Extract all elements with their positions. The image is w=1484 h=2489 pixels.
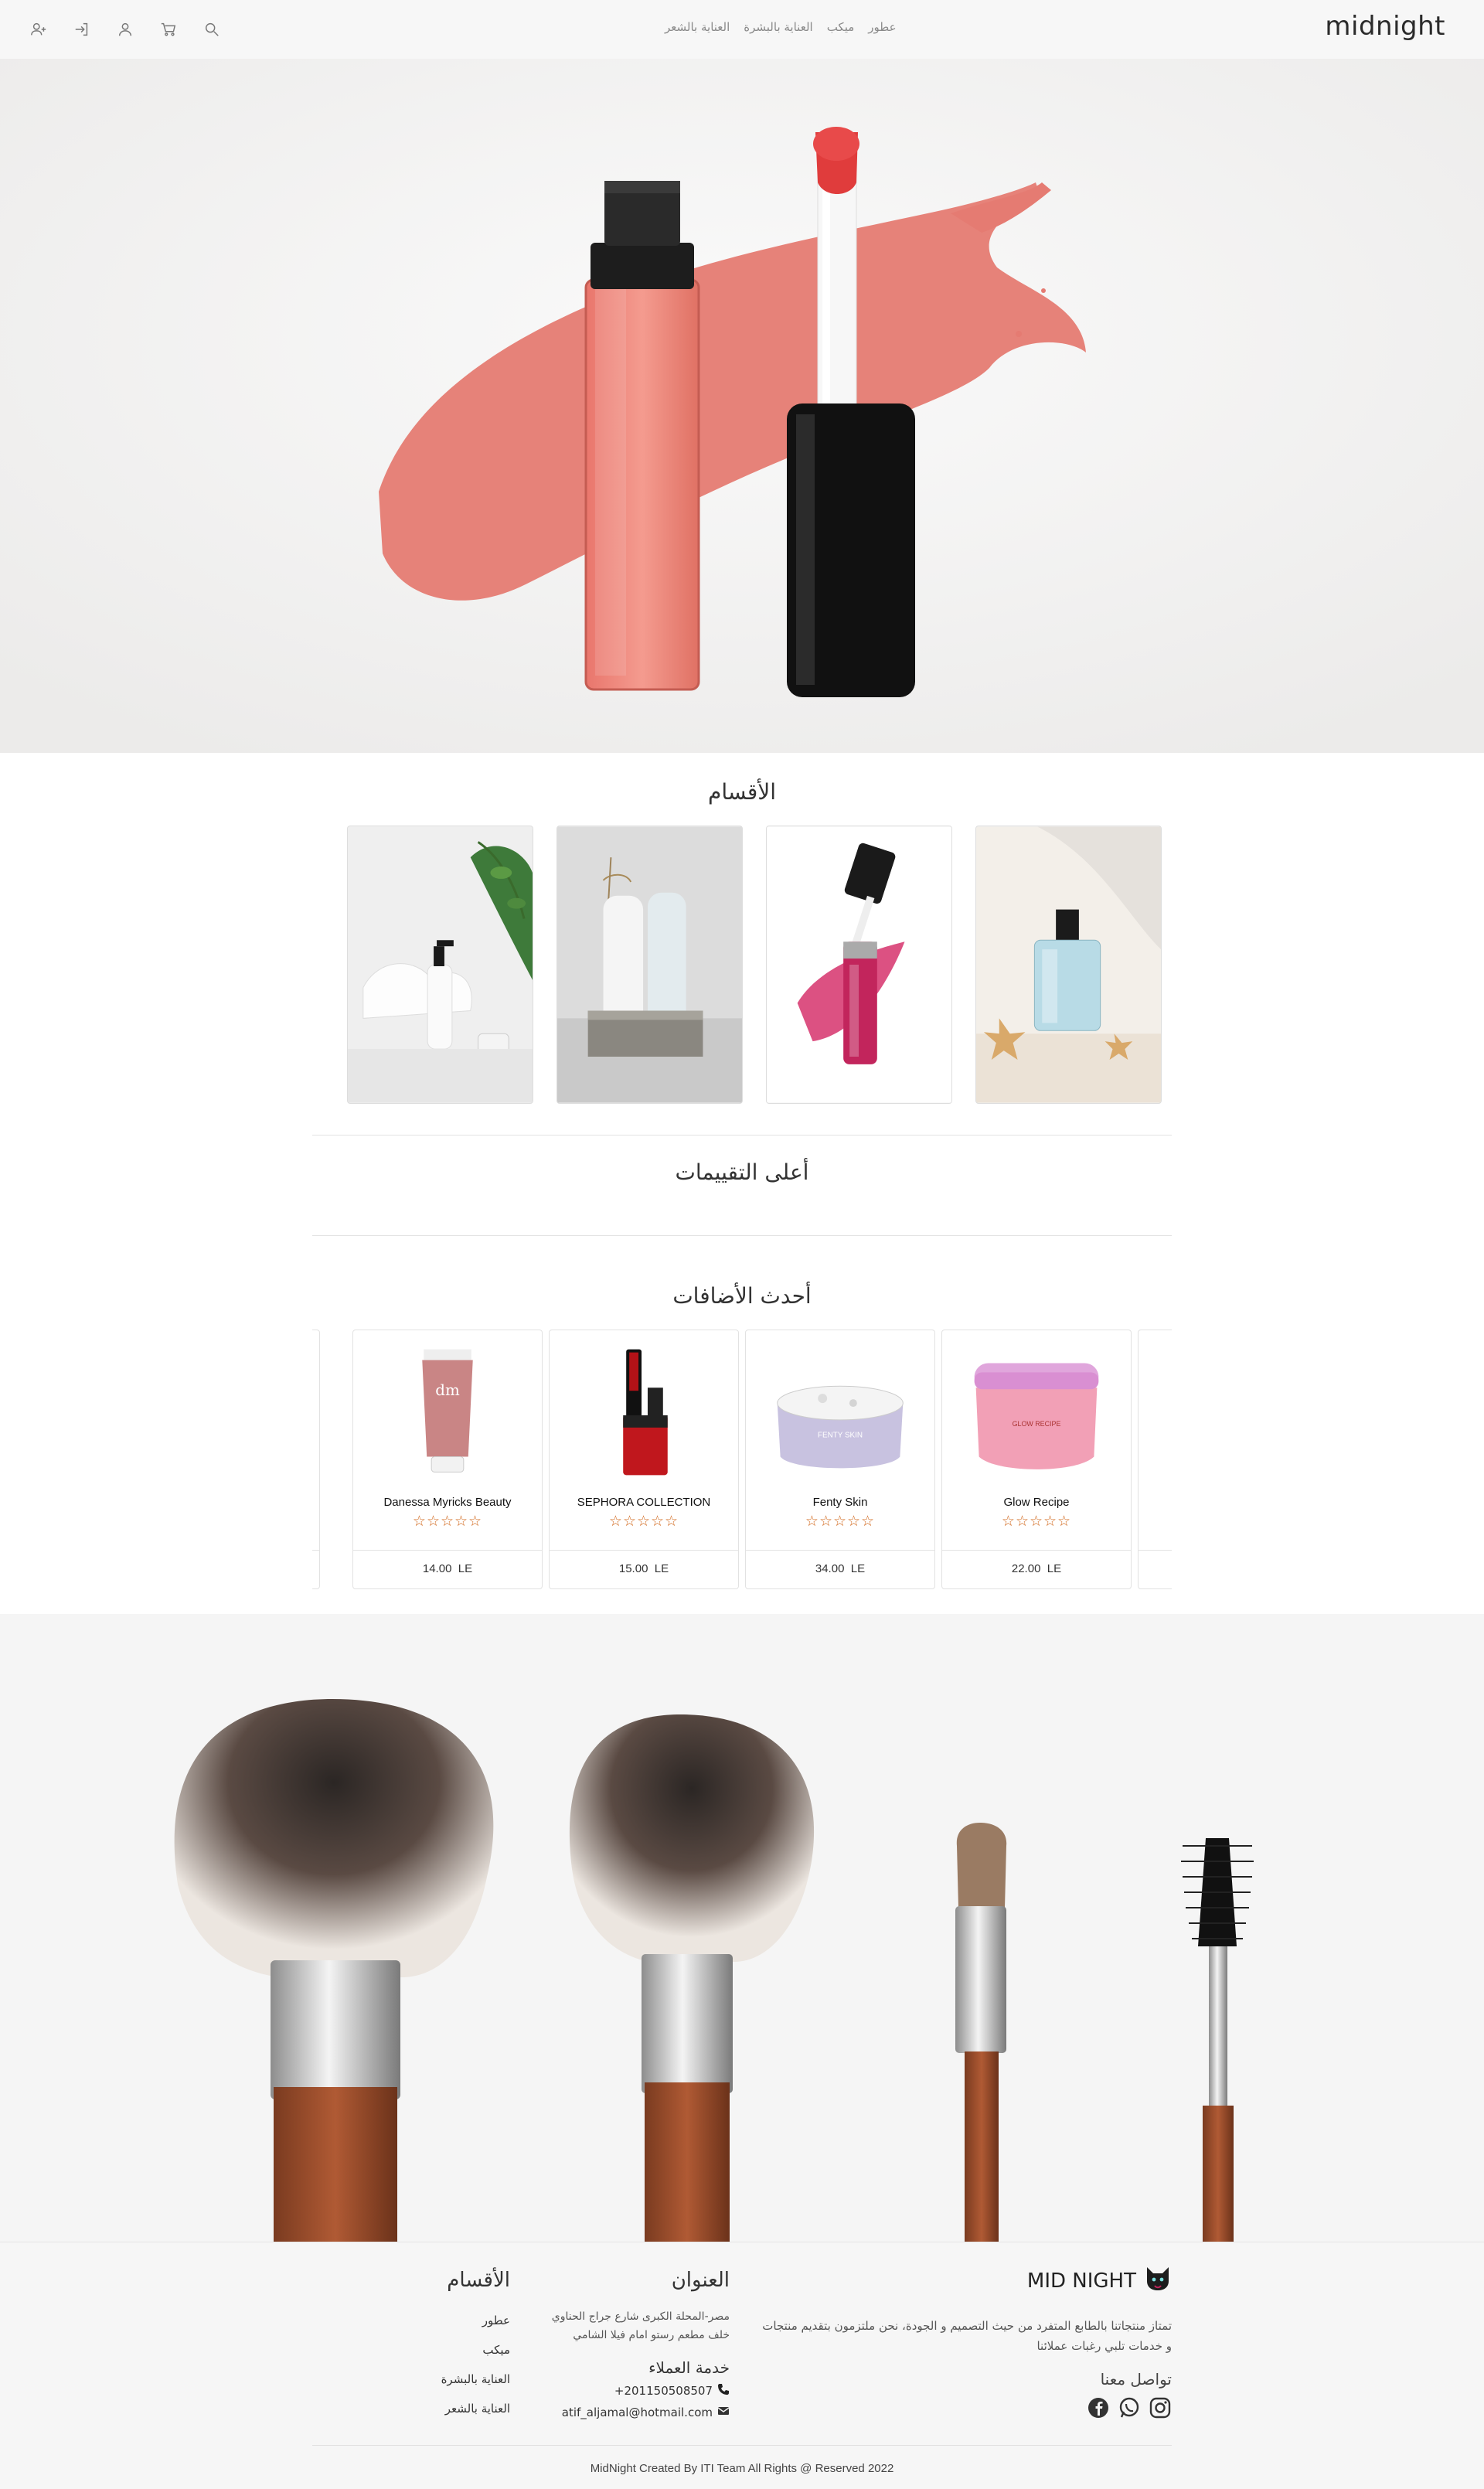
facebook-icon[interactable] [1087,2396,1110,2423]
card-divider [1139,1550,1172,1551]
email-line: atif_aljamal@hotmail.com [529,2405,730,2420]
phone-icon [717,2383,730,2399]
phone-number[interactable]: +201150508507 [614,2384,713,2398]
nav-link-perfume[interactable]: عطور [868,20,896,34]
product-price: 14.00 LE [422,1562,473,1575]
copyright: MidNight Created By ITI Team All Rights … [590,2462,894,2475]
rating-stars: ☆☆☆☆☆ [1001,1513,1072,1530]
product-name: Glow Recipe [1003,1496,1070,1509]
card-divider [746,1550,934,1551]
product-card[interactable]: dm Danessa Myricks Beauty ☆☆☆☆☆ 14.00 LE [352,1330,543,1589]
footer-categories-column: الأقسام عطور ميكب العناية بالبشرة العناي… [386,2269,510,2416]
svg-text:GLOW RECIPE: GLOW RECIPE [1013,1420,1061,1428]
product-name: SEPHORA COLLECTION [577,1496,711,1509]
svg-text:dm: dm [435,1381,460,1399]
rating-stars: ☆☆☆☆☆ [412,1513,483,1530]
product-image [550,1341,738,1480]
product-card[interactable]: SEPHORA COLLECTION ☆☆☆☆☆ 15.00 LE [549,1330,739,1589]
navbar: عطور ميكب العناية بالبشرة العناية بالشعر… [0,0,1484,59]
product-name: Danessa Myricks Beauty [383,1496,512,1509]
product-card[interactable]: GLOW RECIPE Glow Recipe ☆☆☆☆☆ 22.00 LE [941,1330,1132,1589]
rating-stars: ☆☆☆☆☆ [805,1513,876,1530]
product-image: GLOW RECIPE [942,1341,1131,1480]
product-card[interactable]: FENTY SKIN Fenty Skin ☆☆☆☆☆ 34.00 LE [745,1330,935,1589]
instagram-icon[interactable] [1149,2396,1172,2423]
footer-address-column: العنوان مصر-المحلة الكبرى شارع جراج الحن… [529,2269,730,2420]
mail-icon [717,2405,730,2420]
footer-brand: MID NIGHT [754,2264,1172,2297]
nav-link-haircare[interactable]: العناية بالشعر [665,20,730,34]
footer-brand-name: MID NIGHT [1026,2269,1136,2293]
card-divider [550,1550,738,1551]
skincare-bottles-image [557,826,742,1103]
nav-icons [26,17,224,42]
brushes-illustration [0,1614,1484,2242]
product-image: FENTY SKIN [746,1341,934,1480]
card-divider [353,1550,542,1551]
social-links [754,2396,1172,2423]
products-carousel: dm Danessa Myricks Beauty ☆☆☆☆☆ 14.00 LE… [312,1330,1172,1589]
phone-line: +201150508507 [529,2383,730,2399]
card-divider [942,1550,1131,1551]
footer-categories-heading: الأقسام [447,2269,510,2292]
categories-title: الأقسام [708,779,776,805]
category-card-makeup[interactable] [766,826,952,1104]
section-divider [312,1135,1172,1136]
whatsapp-icon[interactable] [1118,2396,1141,2423]
lip-gloss-image [767,826,951,1103]
address-text: مصر-المحلة الكبرى شارع جراج الحناوي خلف … [551,2310,730,2341]
svg-text:FENTY SKIN: FENTY SKIN [818,1432,863,1440]
nav-link-skincare[interactable]: العناية بالبشرة [744,20,812,34]
categories-row [347,826,1162,1104]
category-card-perfume[interactable] [975,826,1162,1104]
customer-service-heading: خدمة العملاء [648,2358,730,2377]
category-card-haircare[interactable] [347,826,533,1104]
footer-link-perfume[interactable]: عطور [386,2314,510,2327]
latest-title: أحدث الأضافات [672,1283,812,1309]
rating-stars: ☆☆☆☆☆ [608,1513,679,1530]
add-user-icon[interactable] [26,17,51,42]
nav-link-makeup[interactable]: ميكب [827,20,855,34]
nav-links: عطور ميكب العناية بالبشرة العناية بالشعر [665,20,897,34]
footer-link-haircare[interactable]: العناية بالشعر [386,2402,510,2416]
footer-link-skincare[interactable]: العناية بالبشرة [386,2372,510,2386]
category-card-skincare[interactable] [556,826,743,1104]
lipgloss-illustration [0,59,1484,753]
card-divider [312,1550,319,1551]
address-heading: العنوان [671,2269,730,2292]
product-name: Fenty Skin [812,1496,868,1509]
email-address[interactable]: atif_aljamal@hotmail.com [562,2406,713,2419]
soap-dispenser-image [348,826,533,1103]
perfume-image [976,826,1161,1103]
section-divider [312,1235,1172,1236]
product-price: 22.00 LE [1011,1562,1062,1575]
cart-icon[interactable] [156,17,181,42]
brand-logo[interactable]: midnight [1325,11,1445,42]
contact-heading: تواصل معنا [1100,2370,1172,2389]
product-image: dm [353,1341,542,1480]
footer-link-makeup[interactable]: ميكب [386,2343,510,2357]
cat-logo-icon [1144,2264,1172,2297]
user-icon[interactable] [113,17,138,42]
footer-divider [312,2445,1172,2446]
top-rated-title: أعلى التقييمات [675,1159,809,1185]
footer-brand-column: MID NIGHT تمتاز منتجاتنا بالطابع المتفرد… [754,2264,1172,2423]
product-card[interactable] [1138,1330,1172,1589]
footer: MID NIGHT تمتاز منتجاتنا بالطابع المتفرد… [0,2242,1484,2489]
hero-banner-lipgloss [0,59,1484,753]
footer-about: تمتاز منتجاتنا بالطابع المتفرد من حيث ال… [762,2319,1172,2353]
search-icon[interactable] [199,17,224,42]
product-price: 15.00 LE [618,1562,669,1575]
logout-icon[interactable] [70,17,94,42]
product-card[interactable] [312,1330,320,1589]
product-price: 34.00 LE [815,1562,866,1575]
hero-banner-brushes [0,1614,1484,2242]
